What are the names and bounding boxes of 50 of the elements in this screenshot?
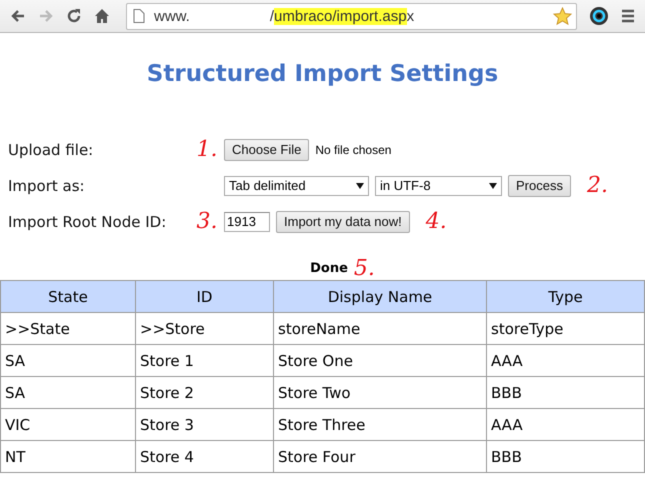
table-cell: Store Three [274, 408, 486, 440]
table-cell: >>State [0, 312, 136, 344]
table-cell: BBB [486, 440, 644, 472]
table-cell: AAA [486, 408, 644, 440]
table-cell: Store 3 [136, 408, 274, 440]
table-cell: Store Two [274, 376, 486, 408]
form-button[interactable]: Import my data now! [276, 210, 410, 232]
table-cell: Store 1 [136, 344, 274, 376]
star-icon[interactable] [553, 6, 572, 26]
camera-lens-icon[interactable] [589, 6, 609, 26]
annotation-number: 3. [196, 209, 218, 234]
page-title: Structured Import Settings [146, 61, 500, 87]
table-cell: Store Four [274, 440, 486, 472]
table-cell: VIC [0, 408, 136, 440]
page-icon [133, 9, 145, 23]
table-cell: SA [0, 376, 136, 408]
annotation-number: 5. [354, 256, 375, 280]
form-button[interactable]: Process [508, 174, 571, 196]
table-cell: >>Store [136, 312, 274, 344]
table-cell: Store 2 [136, 376, 274, 408]
column-header: Display Name [274, 280, 486, 312]
field-label: Upload file: [8, 140, 94, 158]
table-cell: NT [0, 440, 136, 472]
file-status-text: No file chosen [315, 142, 392, 156]
table-cell: SA [0, 344, 136, 376]
column-header: State [0, 280, 136, 312]
back-icon[interactable] [10, 8, 26, 24]
table-cell: BBB [486, 376, 644, 408]
form-button[interactable]: Choose File [224, 138, 310, 160]
url-text: www. /umbraco/import.aspx [154, 8, 416, 24]
dropdown-select[interactable]: in UTF-8 [375, 176, 502, 196]
status-text: Done [310, 260, 348, 276]
input-field[interactable]: 1913 [224, 212, 270, 232]
home-icon[interactable] [94, 8, 110, 24]
table-cell: AAA [486, 344, 644, 376]
address-bar[interactable]: www. /umbraco/import.aspx [126, 2, 577, 30]
annotation-number: 4. [426, 209, 447, 234]
annotation-number: 2. [586, 173, 608, 198]
field-label: Import as: [8, 176, 86, 194]
table-cell: Store One [274, 344, 486, 376]
column-header: Type [486, 280, 644, 312]
field-label: Import Root Node ID: [8, 212, 168, 230]
table-cell: Store 4 [136, 440, 274, 472]
menu-icon[interactable] [621, 9, 635, 23]
table-cell: storeName [274, 312, 486, 344]
annotation-number: 1. [196, 137, 218, 162]
reload-icon[interactable] [66, 8, 82, 24]
column-header: ID [136, 280, 274, 312]
dropdown-select[interactable]: Tab delimited [224, 176, 369, 196]
table-cell: storeType [486, 312, 644, 344]
